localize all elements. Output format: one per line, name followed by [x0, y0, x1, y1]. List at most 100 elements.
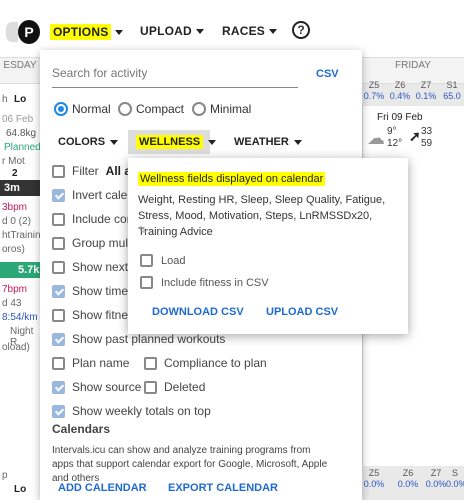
radio-dot	[54, 102, 68, 116]
wellness-heading: Wellness fields displayed on calendar	[138, 172, 326, 186]
races-menu-label: RACES	[222, 24, 266, 38]
add-calendar-button[interactable]: ADD CALENDAR	[58, 482, 147, 494]
colors-dropdown[interactable]: COLORS	[50, 130, 126, 154]
calendar-text: 2	[12, 168, 18, 179]
chevron-down-icon	[208, 139, 217, 145]
races-menu[interactable]: RACES	[222, 24, 278, 38]
checkbox	[52, 284, 65, 298]
calendar-text: d 43	[2, 298, 22, 309]
logo-text: P	[18, 20, 40, 44]
checkbox	[52, 308, 65, 322]
checkbox-include-fitness-csv[interactable]: Include fitness in CSV	[140, 276, 269, 289]
csv-button[interactable]: CSV	[316, 68, 339, 80]
calendar-text: Lo	[14, 484, 27, 495]
zone-stat: Z7 0.1%	[415, 80, 437, 101]
wind-gust: 59	[421, 138, 433, 149]
radio-dot	[192, 102, 206, 116]
calendar-text: r Mot	[2, 156, 25, 167]
checkbox	[140, 276, 153, 289]
calendar-text: p	[2, 470, 8, 481]
checkbox-load[interactable]: Load	[140, 254, 185, 267]
checkbox	[52, 188, 65, 202]
calendars-heading: Calendars	[52, 422, 111, 436]
radio-minimal[interactable]: Minimal	[192, 102, 251, 116]
checkbox-show-fitness[interactable]: Show fitness	[52, 308, 140, 322]
wind-arrow-icon: ➚	[409, 128, 421, 144]
zone-stat: Z6 0.4%	[389, 80, 411, 101]
zone-stat: S0.0%	[446, 468, 464, 489]
calendar-text: 06 Feb	[2, 114, 34, 125]
checkbox	[52, 404, 65, 418]
export-calendar-button[interactable]: EXPORT CALENDAR	[168, 482, 278, 494]
zone-stat: Z7 0.0%	[425, 468, 447, 489]
pencil-icon[interactable]: ✎	[138, 224, 147, 237]
upload-menu-label: UPLOAD	[140, 24, 192, 38]
download-csv-button[interactable]: DOWNLOAD CSV	[152, 306, 244, 318]
checkbox-compliance[interactable]: Compliance to plan	[144, 356, 267, 370]
wellness-popup: Wellness fields displayed on calendar We…	[128, 158, 408, 334]
wellness-dropdown[interactable]: WELLNESS	[128, 130, 217, 154]
calendar-text: oros)	[2, 244, 25, 255]
app-logo[interactable]: P	[6, 18, 40, 48]
tuesday-column: h Lo 06 Feb 64.8kg Planned r Mot 2 3m 3b…	[0, 84, 46, 500]
options-menu-label: OPTIONS	[50, 24, 112, 40]
calendar-text: h	[2, 94, 8, 105]
radio-normal[interactable]: Normal	[54, 102, 111, 116]
tuesday-header: ESDAY	[0, 58, 40, 84]
calendar-text: d 0 (2)	[2, 216, 31, 227]
cloud-rain-icon: ☁	[367, 128, 385, 148]
wellness-fields: Weight, Resting HR, Sleep, Sleep Quality…	[138, 194, 386, 238]
chevron-down-icon	[110, 139, 119, 145]
checkbox-weekly-totals[interactable]: Show weekly totals on top	[52, 404, 211, 418]
wind-speed: 33	[421, 126, 433, 137]
filter-select[interactable]: Filter All ac	[52, 164, 138, 178]
checkbox	[52, 380, 65, 394]
checkbox-show-source[interactable]: Show source	[52, 380, 141, 394]
calendar-text: 3bpm	[2, 202, 28, 213]
checkbox	[52, 212, 65, 226]
calendar-text: 7bpm	[2, 284, 28, 295]
checkbox-deleted[interactable]: Deleted	[144, 380, 205, 394]
zone-stat: Z5 0.7%	[363, 80, 385, 101]
upload-csv-button[interactable]: UPLOAD CSV	[266, 306, 338, 318]
upload-menu[interactable]: UPLOAD	[140, 24, 204, 38]
radio-compact[interactable]: Compact	[118, 102, 184, 116]
checkbox-include-commute[interactable]: Include com	[52, 212, 137, 226]
checkbox	[52, 356, 65, 370]
checkbox-plan-name[interactable]: Plan name	[52, 356, 129, 370]
calendar-text: 64.8kg	[6, 128, 37, 139]
checkbox	[52, 236, 65, 250]
temp-high: 9°	[387, 126, 397, 137]
activity-tile[interactable]: 3m	[0, 180, 40, 196]
chevron-down-icon	[115, 29, 124, 35]
calendar-text: oload)	[2, 342, 30, 353]
chevron-down-icon	[269, 28, 278, 34]
chevron-down-icon	[293, 139, 302, 145]
radio-dot	[118, 102, 132, 116]
calendar-text: 8:54/km	[2, 312, 38, 323]
activity-tile[interactable]: 5.7k	[0, 262, 40, 278]
calendars-description: Intervals.icu can show and analyze train…	[52, 445, 328, 484]
weather-dropdown[interactable]: WEATHER	[226, 130, 310, 154]
checkbox-group-multisport[interactable]: Group multis	[52, 236, 140, 250]
zone-stat: S1 65.0	[443, 80, 461, 101]
search-input[interactable]: Search for activity	[52, 66, 298, 88]
friday-date: Fri 09 Feb	[377, 112, 423, 123]
checkbox	[52, 260, 65, 274]
checkbox	[52, 164, 65, 178]
checkbox-show-past-planned[interactable]: Show past planned workouts	[52, 332, 225, 346]
help-icon[interactable]: ?	[292, 21, 310, 39]
chevron-down-icon	[195, 28, 204, 34]
checkbox	[140, 254, 153, 267]
checkbox	[144, 380, 157, 394]
temp-low: 12°	[387, 138, 403, 149]
options-menu[interactable]: OPTIONS	[50, 24, 124, 40]
checkbox-show-next-week[interactable]: Show next w	[52, 260, 140, 274]
logo-shape	[6, 22, 18, 42]
zone-stat: Z5 0.0%	[363, 468, 385, 489]
checkbox	[144, 356, 157, 370]
calendar-text: Planned	[4, 142, 41, 153]
zone-stat: Z6 0.0%	[397, 468, 419, 489]
calendar-text: Lo	[14, 94, 27, 105]
checkbox	[52, 332, 65, 346]
